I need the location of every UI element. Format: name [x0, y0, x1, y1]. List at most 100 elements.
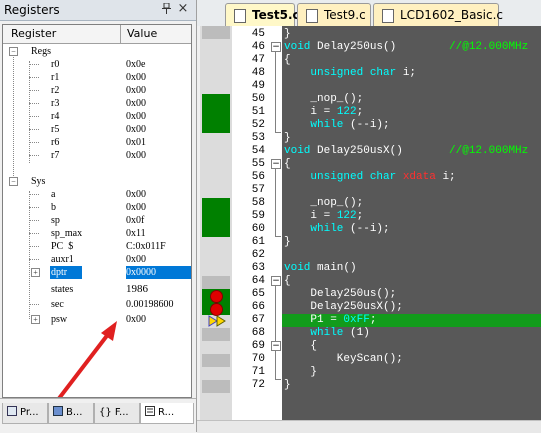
horizontal-scrollbar[interactable] [197, 420, 541, 433]
fold-toggle-icon[interactable]: − [271, 276, 281, 286]
tab-test5[interactable]: Test5.c [225, 3, 300, 26]
column-header-value[interactable]: Value [127, 27, 157, 40]
fold-line [275, 286, 276, 379]
tab-lcd1602-basic[interactable]: LCD1602_Basic.c [373, 3, 503, 26]
register-value[interactable]: C:0x011F [126, 240, 166, 253]
code-line[interactable]: } [284, 379, 291, 392]
column-header-register[interactable]: Register [11, 27, 56, 40]
fold-toggle-icon[interactable]: − [271, 159, 281, 169]
register-value[interactable]: 0x0f [126, 214, 144, 227]
register-row[interactable]: states 1986 [3, 283, 191, 296]
register-value[interactable]: 0x00 [126, 149, 146, 162]
fold-gutter [270, 26, 282, 420]
code-line[interactable]: while (--i); [284, 223, 389, 236]
register-name: states [51, 284, 74, 295]
register-row[interactable]: auxr1 0x00 [3, 253, 191, 266]
code-line[interactable]: { [284, 54, 291, 67]
tree-group-sys[interactable]: − Sys [3, 175, 191, 188]
group-label: Regs [31, 46, 51, 57]
register-value[interactable]: 0x00 [126, 71, 146, 84]
tab-label: Test9.c [324, 8, 366, 22]
fold-toggle-icon[interactable]: − [271, 42, 281, 52]
register-row[interactable]: a 0x00 [3, 188, 191, 201]
collapse-icon[interactable]: − [9, 177, 18, 186]
coverage-marker [202, 328, 230, 341]
register-row[interactable]: PC $ C:0x011F [3, 240, 191, 253]
register-row[interactable]: sp_max 0x11 [3, 227, 191, 240]
close-icon[interactable]: × [176, 2, 190, 16]
tab-label: B... [66, 407, 83, 418]
breakpoint-icon[interactable] [210, 290, 223, 303]
register-row[interactable]: b 0x00 [3, 201, 191, 214]
line-number: 52 [251, 119, 265, 131]
red-arrow-icon [57, 321, 117, 397]
column-divider[interactable] [120, 25, 121, 43]
code-line[interactable]: _nop_(); [284, 93, 363, 106]
register-value[interactable]: 0x00 [126, 253, 146, 266]
register-value[interactable]: 0x00 [126, 313, 146, 326]
code-line[interactable]: while (--i); [284, 119, 389, 132]
tab-project[interactable]: Pr... [2, 403, 48, 424]
register-value[interactable]: 0x00 [126, 201, 146, 214]
register-value[interactable]: 0x00 [126, 188, 146, 201]
code-line[interactable]: KeyScan(); [284, 353, 403, 366]
current-instruction-arrow-icon [208, 315, 226, 327]
register-row[interactable]: r0 0x0e [3, 58, 191, 71]
code-line[interactable]: } [284, 236, 291, 249]
code-line[interactable]: void Delay250us() //@12.000MHz [284, 41, 528, 54]
register-value[interactable]: 0x0e [126, 58, 145, 71]
code-line[interactable]: unsigned char xdata i; [284, 171, 455, 184]
register-value[interactable]: 0x01 [126, 136, 146, 149]
code-line[interactable]: } [284, 366, 317, 379]
collapse-icon[interactable]: − [9, 47, 18, 56]
register-row[interactable]: sp 0x0f [3, 214, 191, 227]
code-line[interactable]: void Delay250usX() //@12.000MHz [284, 145, 528, 158]
tree-group-regs[interactable]: − Regs [3, 45, 191, 58]
code-line[interactable]: while (1) [284, 327, 369, 340]
tab-functions[interactable]: {} F... [94, 403, 140, 424]
registers-pane: Registers × Register Value − Regs r0 0x0e… [0, 0, 197, 433]
register-value[interactable]: 0x00 [126, 123, 146, 136]
fold-toggle-icon[interactable]: − [271, 341, 281, 351]
code-line[interactable]: { [284, 340, 317, 353]
code-line[interactable]: void main() [284, 262, 357, 275]
register-value[interactable]: 0x11 [126, 227, 146, 240]
register-value[interactable]: 0x0000 [126, 266, 156, 279]
register-row[interactable]: r3 0x00 [3, 97, 191, 110]
register-value[interactable]: 1986 [126, 283, 148, 296]
pin-icon[interactable] [162, 2, 171, 17]
code-line[interactable]: { [284, 158, 291, 171]
tab-books[interactable]: B... [48, 403, 94, 424]
register-value[interactable]: 0x00 [126, 84, 146, 97]
register-value[interactable]: 0x00 [126, 110, 146, 123]
tab-registers[interactable]: R... [140, 403, 194, 424]
code-line[interactable]: i = 122; [284, 106, 363, 119]
code-line[interactable]: } [284, 28, 291, 41]
register-row[interactable]: sec 0.00198600 [3, 298, 191, 311]
register-row-selected[interactable]: + dptr 0x0000 [3, 266, 191, 279]
register-row[interactable]: r4 0x00 [3, 110, 191, 123]
code-line[interactable]: i = 122; [284, 210, 363, 223]
register-row[interactable]: r7 0x00 [3, 149, 191, 162]
code-line-current[interactable]: P1 = 0xFF; [284, 314, 376, 327]
code-line[interactable]: } [284, 132, 291, 145]
code-line[interactable]: Delay250usX(); [284, 301, 402, 314]
register-name: PC $ [51, 241, 74, 252]
register-row[interactable]: r5 0x00 [3, 123, 191, 136]
line-number: 66 [251, 301, 265, 313]
code-editor[interactable]: − − − − 45 } 46 void Delay250us() //@12.… [200, 26, 541, 420]
register-row[interactable]: r6 0x01 [3, 136, 191, 149]
register-row[interactable]: r1 0x00 [3, 71, 191, 84]
code-line[interactable]: unsigned char i; [284, 67, 416, 80]
register-name: auxr1 [51, 254, 74, 265]
tab-test9[interactable]: Test9.c [297, 3, 371, 26]
code-line[interactable]: { [284, 275, 291, 288]
code-line[interactable]: _nop_(); [284, 197, 363, 210]
register-value[interactable]: 0x00 [126, 97, 146, 110]
code-line[interactable]: Delay250us(); [284, 288, 396, 301]
register-value[interactable]: 0.00198600 [126, 298, 174, 311]
line-number: 47 [251, 54, 265, 66]
expand-icon[interactable]: + [31, 315, 40, 324]
expand-icon[interactable]: + [31, 268, 40, 277]
register-row[interactable]: r2 0x00 [3, 84, 191, 97]
